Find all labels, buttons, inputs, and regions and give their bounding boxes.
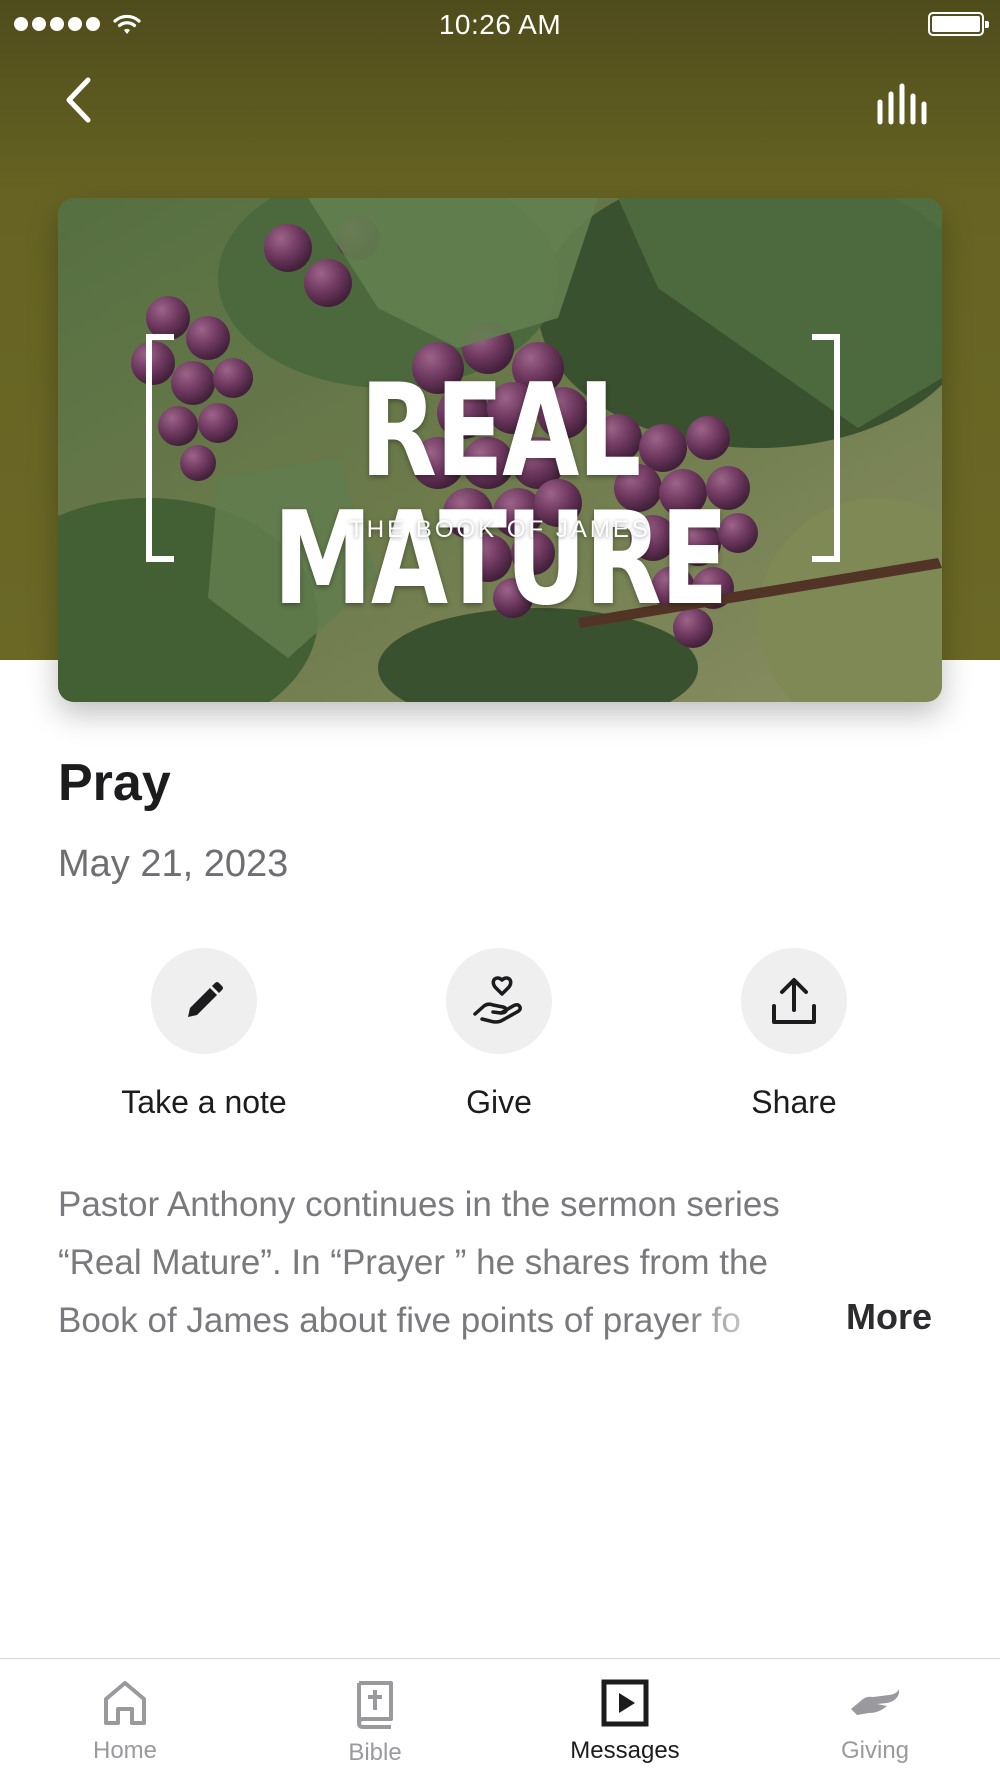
description-line: Pastor Anthony continues in the sermon s… — [58, 1185, 780, 1224]
message-title: Pray — [58, 754, 171, 812]
give-button[interactable]: Give — [369, 948, 629, 1121]
tab-bible[interactable]: Bible — [285, 1679, 465, 1767]
tab-bible-label: Bible — [348, 1739, 402, 1766]
message-description: Pastor Anthony continues in the sermon s… — [58, 1176, 942, 1350]
action-row: Take a note Give Share — [0, 948, 1000, 1128]
take-note-circle[interactable] — [151, 948, 257, 1054]
audio-bars-icon — [877, 83, 927, 125]
share-icon — [772, 978, 816, 1024]
giving-hand-icon — [851, 1689, 899, 1715]
tab-home[interactable]: Home — [35, 1679, 215, 1765]
artwork-subtitle: THE BOOK OF JAMES — [349, 516, 651, 543]
tab-messages[interactable]: Messages — [535, 1679, 715, 1765]
status-time: 10:26 AM — [438, 9, 562, 40]
more-button[interactable]: More — [846, 1296, 932, 1338]
share-circle[interactable] — [741, 948, 847, 1054]
description-line: “Real Mature”. In “Prayer ” he shares fr… — [58, 1243, 768, 1282]
tab-giving[interactable]: Giving — [785, 1679, 965, 1765]
pencil-icon — [188, 982, 223, 1017]
tab-bar: Home Bible Messages Giving — [0, 1658, 1000, 1778]
battery-icon — [928, 12, 989, 36]
artwork-title: REAL MATURE — [273, 357, 728, 634]
share-button[interactable]: Share — [664, 948, 924, 1121]
chevron-left-icon — [66, 77, 91, 123]
tab-messages-label: Messages — [570, 1737, 680, 1764]
take-note-button[interactable]: Take a note — [74, 948, 334, 1121]
take-note-label: Take a note — [121, 1084, 287, 1120]
give-label: Give — [466, 1084, 532, 1120]
home-icon — [104, 1681, 146, 1725]
back-button[interactable] — [52, 70, 104, 130]
audio-button[interactable] — [872, 74, 936, 134]
bible-icon — [357, 1681, 393, 1729]
give-circle[interactable] — [446, 948, 552, 1054]
series-artwork: REAL MATURE THE BOOK OF JAMES — [58, 198, 942, 702]
play-square-icon — [601, 1679, 649, 1727]
tab-home-label: Home — [92, 1737, 158, 1764]
hand-heart-icon — [473, 976, 522, 1024]
message-date: May 21, 2023 — [58, 843, 289, 885]
status-bar: 10:26 AM — [0, 0, 1000, 52]
tab-giving-label: Giving — [840, 1737, 910, 1764]
share-label: Share — [751, 1084, 837, 1120]
